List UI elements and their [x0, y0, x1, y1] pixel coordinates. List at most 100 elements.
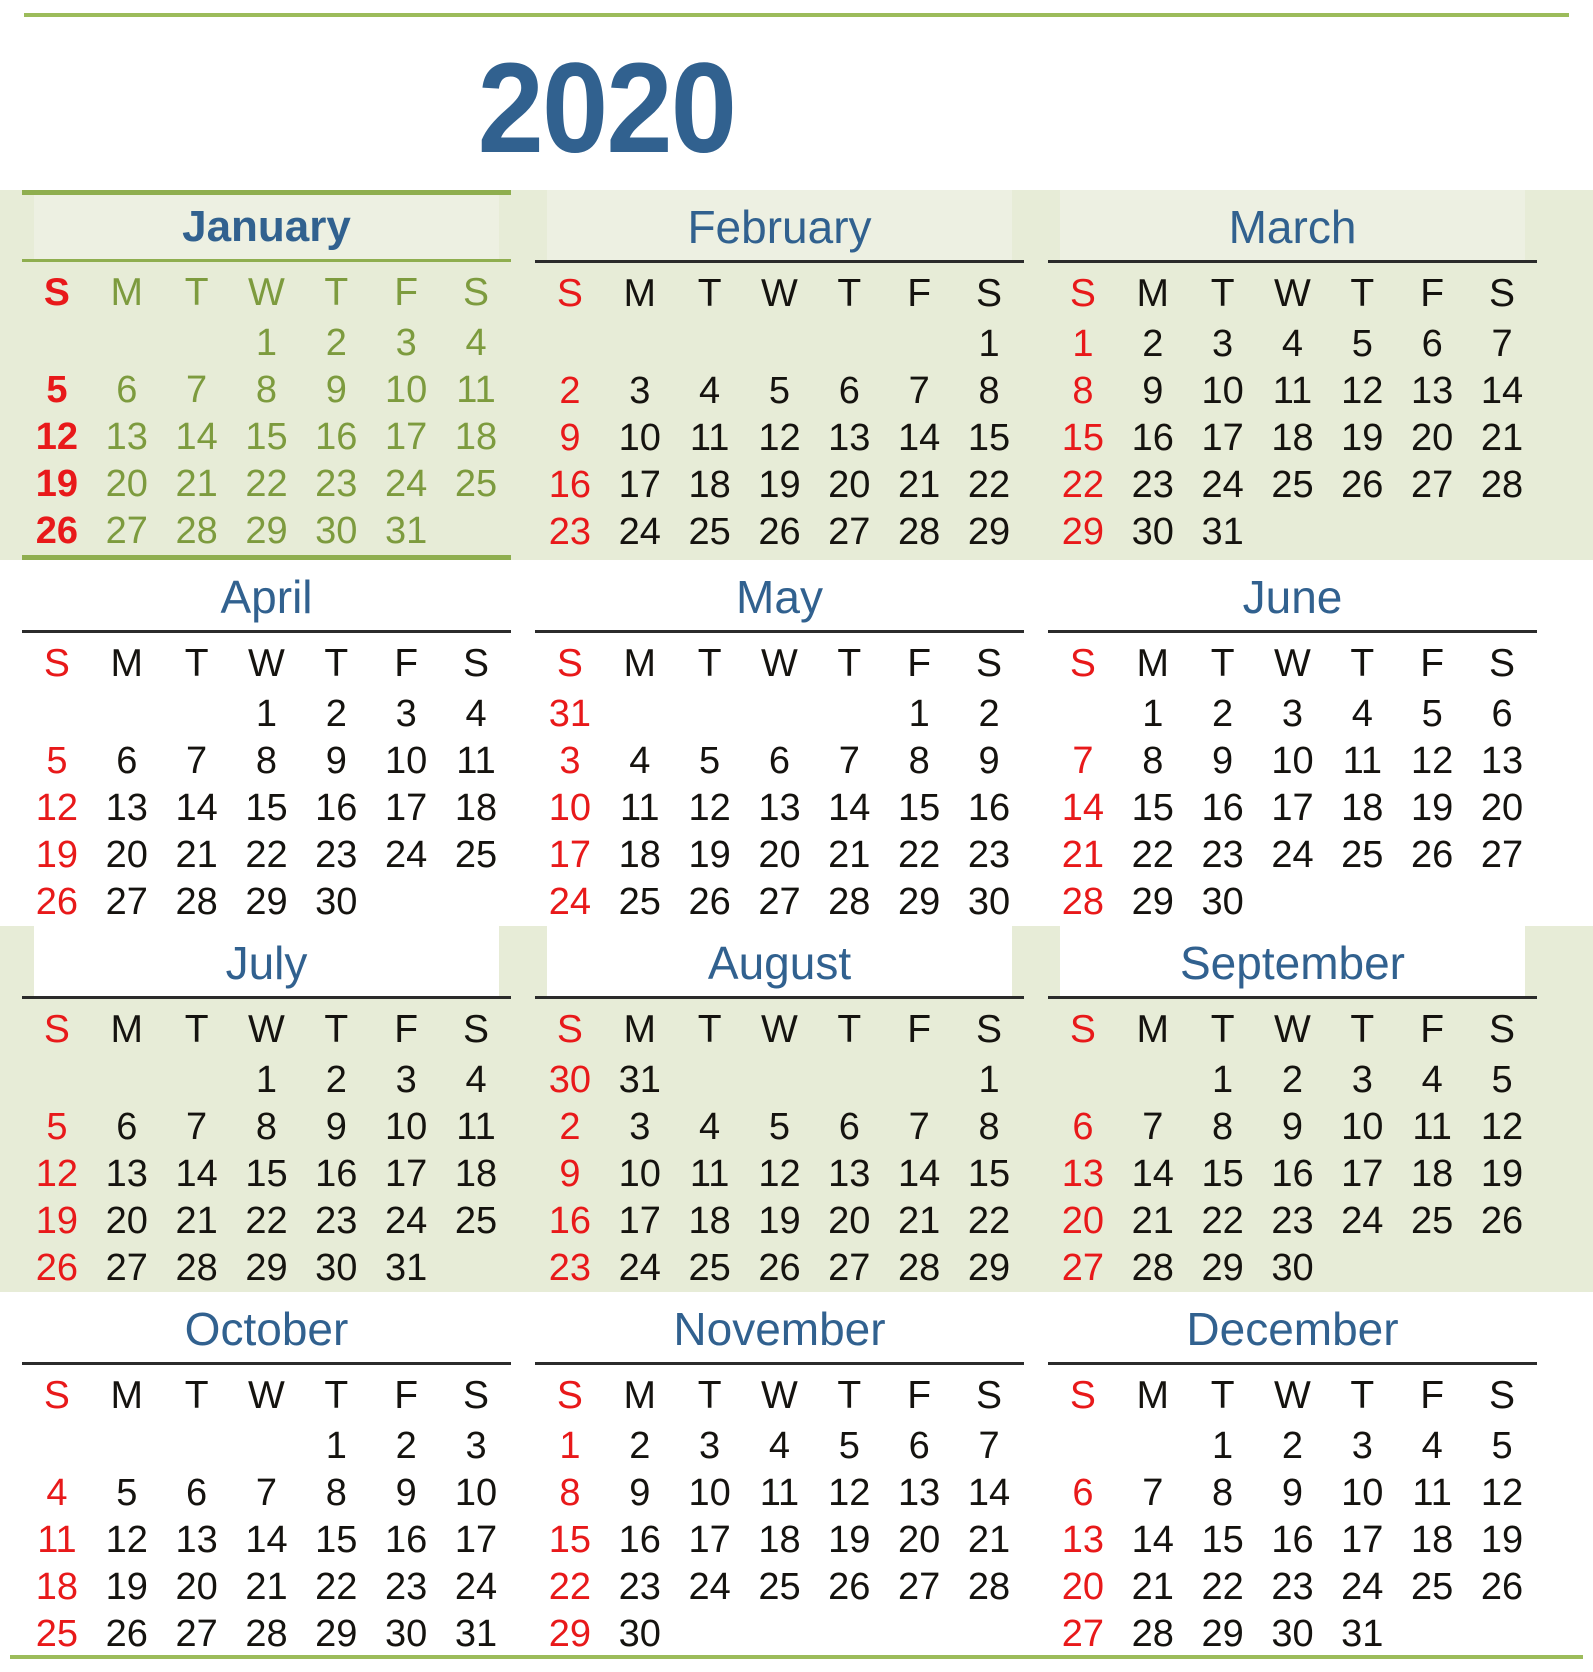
- day-cell[interactable]: 15: [232, 785, 302, 832]
- day-cell[interactable]: 15: [232, 1151, 302, 1198]
- day-cell[interactable]: 5: [92, 1470, 162, 1517]
- day-cell[interactable]: 3: [535, 738, 605, 785]
- day-cell[interactable]: 22: [535, 1564, 605, 1611]
- day-cell[interactable]: 9: [1258, 1470, 1328, 1517]
- day-cell[interactable]: 9: [301, 1104, 371, 1151]
- day-cell[interactable]: 30: [1118, 509, 1188, 556]
- day-cell[interactable]: 12: [22, 1151, 92, 1198]
- day-cell[interactable]: 13: [814, 415, 884, 462]
- day-cell[interactable]: 30: [1258, 1245, 1328, 1292]
- day-cell[interactable]: 7: [1048, 738, 1118, 785]
- day-cell[interactable]: 27: [745, 879, 815, 926]
- day-cell[interactable]: 10: [605, 415, 675, 462]
- day-cell[interactable]: 16: [371, 1517, 441, 1564]
- day-cell[interactable]: 4: [605, 738, 675, 785]
- month-card-april[interactable]: April S M T W T F S 1 2 3 4 5 6 7 8 9 10 11 12 13 14 15 16 17 18…: [22, 560, 511, 926]
- day-cell[interactable]: 11: [441, 367, 511, 414]
- day-cell[interactable]: 28: [1118, 1245, 1188, 1292]
- day-cell[interactable]: 21: [162, 461, 232, 508]
- day-cell[interactable]: 22: [954, 1198, 1024, 1245]
- day-cell[interactable]: 11: [1397, 1104, 1467, 1151]
- day-cell[interactable]: 9: [371, 1470, 441, 1517]
- day-cell[interactable]: 11: [1258, 368, 1328, 415]
- day-cell[interactable]: 17: [371, 785, 441, 832]
- day-cell[interactable]: 27: [814, 509, 884, 556]
- day-cell[interactable]: 12: [1397, 738, 1467, 785]
- day-cell[interactable]: 6: [1048, 1470, 1118, 1517]
- day-cell[interactable]: 7: [1118, 1104, 1188, 1151]
- day-cell[interactable]: 26: [22, 1245, 92, 1292]
- day-cell[interactable]: 7: [1467, 321, 1537, 368]
- day-cell[interactable]: 3: [371, 691, 441, 738]
- day-cell[interactable]: 22: [232, 832, 302, 879]
- day-cell[interactable]: 10: [1188, 368, 1258, 415]
- day-cell[interactable]: 19: [745, 462, 815, 509]
- day-cell[interactable]: 28: [814, 879, 884, 926]
- day-cell[interactable]: 5: [1467, 1057, 1537, 1104]
- day-cell[interactable]: 30: [371, 1611, 441, 1658]
- day-cell[interactable]: 11: [745, 1470, 815, 1517]
- day-cell[interactable]: 26: [745, 1245, 815, 1292]
- day-cell[interactable]: 9: [954, 738, 1024, 785]
- day-cell[interactable]: 4: [675, 368, 745, 415]
- day-cell[interactable]: 1: [1188, 1057, 1258, 1104]
- day-cell[interactable]: 20: [1048, 1198, 1118, 1245]
- day-cell[interactable]: 7: [814, 738, 884, 785]
- day-cell[interactable]: 2: [535, 368, 605, 415]
- day-cell[interactable]: 24: [371, 461, 441, 508]
- day-cell[interactable]: 8: [535, 1470, 605, 1517]
- day-cell[interactable]: 6: [92, 367, 162, 414]
- day-cell[interactable]: 27: [92, 1245, 162, 1292]
- day-cell[interactable]: 13: [1397, 368, 1467, 415]
- day-cell[interactable]: 20: [92, 461, 162, 508]
- day-cell[interactable]: 15: [232, 414, 302, 461]
- day-cell[interactable]: 16: [605, 1517, 675, 1564]
- day-cell[interactable]: 21: [162, 1198, 232, 1245]
- day-cell[interactable]: 18: [1397, 1151, 1467, 1198]
- day-cell[interactable]: 8: [232, 1104, 302, 1151]
- day-cell[interactable]: 29: [1188, 1611, 1258, 1658]
- day-cell[interactable]: 11: [605, 785, 675, 832]
- day-cell[interactable]: 28: [1467, 462, 1537, 509]
- day-cell[interactable]: 14: [884, 415, 954, 462]
- day-cell[interactable]: 7: [954, 1423, 1024, 1470]
- day-cell[interactable]: 4: [1397, 1057, 1467, 1104]
- day-cell[interactable]: 14: [232, 1517, 302, 1564]
- day-cell[interactable]: 3: [605, 1104, 675, 1151]
- day-cell[interactable]: 4: [22, 1470, 92, 1517]
- day-cell[interactable]: 7: [884, 368, 954, 415]
- day-cell[interactable]: 10: [675, 1470, 745, 1517]
- day-cell[interactable]: 14: [162, 785, 232, 832]
- day-cell[interactable]: 25: [675, 509, 745, 556]
- day-cell[interactable]: 27: [1048, 1611, 1118, 1658]
- day-cell[interactable]: 13: [1048, 1517, 1118, 1564]
- day-cell[interactable]: 7: [162, 367, 232, 414]
- day-cell[interactable]: 24: [1327, 1198, 1397, 1245]
- day-cell[interactable]: 5: [1397, 691, 1467, 738]
- day-cell[interactable]: 12: [22, 785, 92, 832]
- day-cell[interactable]: 18: [441, 1151, 511, 1198]
- day-cell[interactable]: 19: [1467, 1517, 1537, 1564]
- day-cell[interactable]: 10: [371, 1104, 441, 1151]
- day-cell[interactable]: 30: [605, 1611, 675, 1658]
- day-cell[interactable]: 19: [22, 832, 92, 879]
- day-cell[interactable]: 20: [814, 1198, 884, 1245]
- day-cell[interactable]: 4: [441, 1057, 511, 1104]
- day-cell[interactable]: 3: [1258, 691, 1328, 738]
- day-cell[interactable]: 20: [745, 832, 815, 879]
- day-cell[interactable]: 21: [162, 832, 232, 879]
- day-cell[interactable]: 5: [814, 1423, 884, 1470]
- day-cell[interactable]: 25: [1397, 1198, 1467, 1245]
- day-cell[interactable]: 27: [884, 1564, 954, 1611]
- day-cell[interactable]: 28: [162, 508, 232, 555]
- day-cell[interactable]: 1: [884, 691, 954, 738]
- day-cell[interactable]: 24: [371, 832, 441, 879]
- day-cell[interactable]: 25: [22, 1611, 92, 1658]
- day-cell[interactable]: 30: [954, 879, 1024, 926]
- day-cell[interactable]: 28: [884, 1245, 954, 1292]
- day-cell[interactable]: 17: [1188, 415, 1258, 462]
- month-card-july[interactable]: July S M T W T F S 1 2 3 4 5 6 7 8 9 10 11 12 13 14 15 16 17 18 1…: [22, 926, 511, 1292]
- day-cell[interactable]: 31: [605, 1057, 675, 1104]
- day-cell[interactable]: 27: [92, 508, 162, 555]
- day-cell[interactable]: 26: [92, 1611, 162, 1658]
